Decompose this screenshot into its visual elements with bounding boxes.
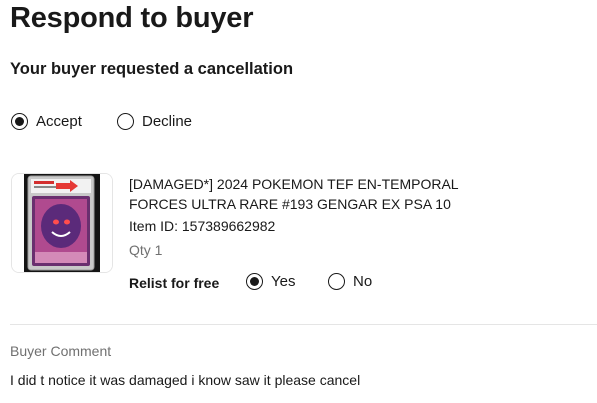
- buyer-comment-text: I did t notice it was damaged i know saw…: [10, 372, 361, 388]
- relist-no-label: No: [353, 273, 373, 290]
- decline-radio-button[interactable]: [117, 113, 134, 130]
- respond-to-buyer-page: Respond to buyer Your buyer requested a …: [0, 0, 597, 403]
- page-title: Respond to buyer: [10, 2, 254, 34]
- page-subtitle: Your buyer requested a cancellation: [10, 60, 294, 78]
- buyer-comment-heading: Buyer Comment: [10, 343, 112, 359]
- graded-card-photo-icon: [12, 174, 112, 272]
- section-divider: [10, 324, 597, 325]
- radio-selected-dot: [15, 117, 24, 126]
- item-title[interactable]: [DAMAGED*] 2024 POKEMON TEF EN-TEMPORAL …: [129, 174, 474, 214]
- accept-label: Accept: [36, 113, 82, 130]
- decline-label: Decline: [142, 113, 193, 130]
- decline-radio-option[interactable]: Decline: [117, 113, 192, 130]
- relist-no-radio-button[interactable]: [328, 273, 345, 290]
- radio-selected-dot: [250, 277, 259, 286]
- relist-no-option[interactable]: No: [328, 273, 372, 290]
- relist-label: Relist for free: [129, 275, 220, 291]
- item-quantity: Qty 1: [129, 242, 163, 258]
- item-thumbnail[interactable]: [11, 173, 113, 273]
- accept-radio-option[interactable]: Accept: [11, 113, 82, 130]
- relist-yes-label: Yes: [271, 273, 296, 290]
- item-id: Item ID: 157389662982: [129, 218, 276, 234]
- relist-yes-radio-button[interactable]: [246, 273, 263, 290]
- accept-radio-button[interactable]: [11, 113, 28, 130]
- relist-yes-option[interactable]: Yes: [246, 273, 295, 290]
